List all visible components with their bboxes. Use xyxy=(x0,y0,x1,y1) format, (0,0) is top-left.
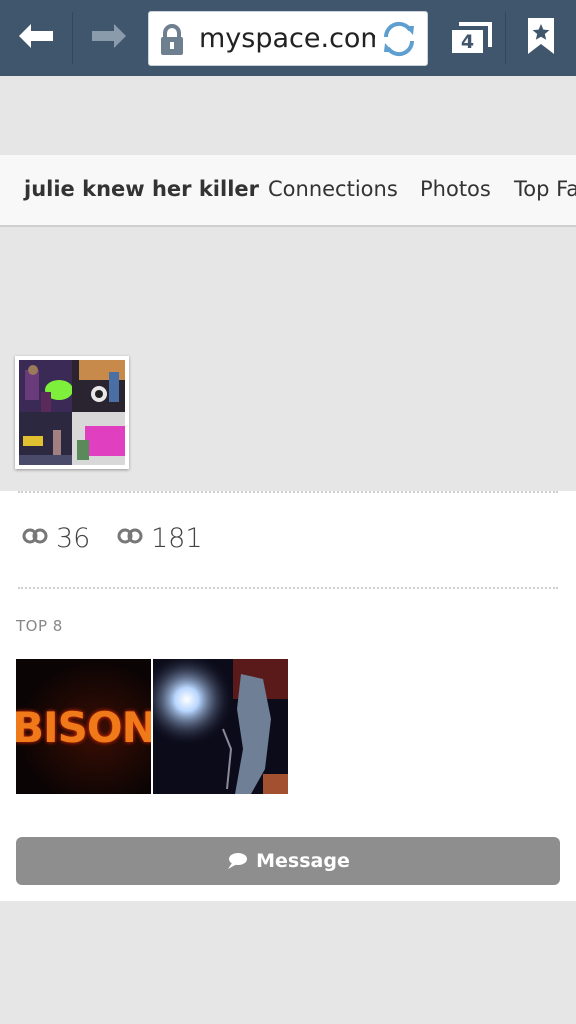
arrow-right-icon xyxy=(90,22,128,55)
tab-count: 4 xyxy=(460,31,475,53)
avatar-photo xyxy=(19,360,125,465)
stat-value: 181 xyxy=(151,522,203,554)
back-button[interactable] xyxy=(0,0,72,76)
stat-value: 36 xyxy=(56,522,91,554)
nav-top-fans[interactable]: Top Fans xyxy=(514,177,576,201)
arrow-left-icon xyxy=(17,22,55,55)
lock-icon xyxy=(159,24,185,61)
bookmark-button[interactable] xyxy=(506,0,576,76)
top8-item-image xyxy=(153,659,288,794)
divider xyxy=(18,491,558,493)
top8-item[interactable]: BISON xyxy=(16,659,151,794)
message-label: Message xyxy=(256,850,350,872)
top8-heading: TOP 8 xyxy=(16,617,63,635)
nav-connections[interactable]: Connections xyxy=(268,177,398,201)
nav-photos[interactable]: Photos xyxy=(420,177,491,201)
profile-nav: julie knew her killer Connections Photos… xyxy=(0,155,576,227)
connections-icon xyxy=(117,528,143,549)
profile-avatar[interactable] xyxy=(15,356,129,469)
profile-content: 36 181 TOP 8 BISON Message xyxy=(0,491,576,901)
address-bar[interactable]: myspace.com xyxy=(148,11,428,66)
top8-item-text: BISON xyxy=(16,703,151,752)
bookmark-star-icon xyxy=(526,16,556,61)
stat-connections-secondary[interactable]: 181 xyxy=(117,521,203,555)
divider xyxy=(18,587,558,589)
speech-bubble-icon xyxy=(226,852,248,870)
connections-icon xyxy=(22,528,48,549)
profile-name[interactable]: julie knew her killer xyxy=(24,177,259,201)
tabs-button[interactable]: 4 xyxy=(438,0,504,76)
stat-connections[interactable]: 36 xyxy=(22,521,90,555)
browser-toolbar: myspace.com 4 xyxy=(0,0,576,76)
refresh-icon[interactable] xyxy=(379,20,419,63)
top8-item[interactable] xyxy=(153,659,288,794)
message-button[interactable]: Message xyxy=(16,837,560,885)
url-text[interactable]: myspace.com xyxy=(199,24,375,54)
tabs-icon: 4 xyxy=(449,21,493,55)
forward-button[interactable] xyxy=(73,0,145,76)
